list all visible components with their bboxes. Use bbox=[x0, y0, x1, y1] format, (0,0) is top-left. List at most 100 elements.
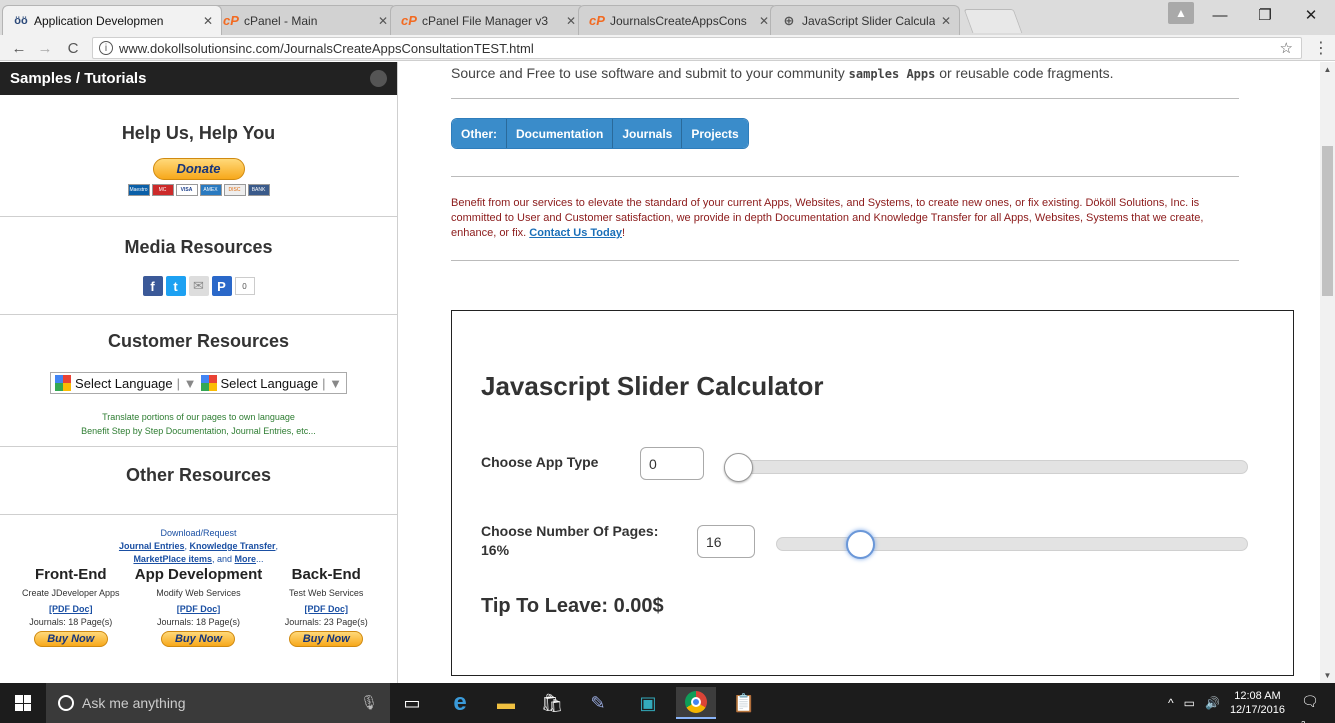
page-viewport: Samples / Tutorials Help Us, Help You Do… bbox=[0, 62, 1335, 683]
customer-title: Customer Resources bbox=[107, 331, 290, 351]
new-tab-button[interactable] bbox=[963, 9, 1023, 33]
action-center-icon[interactable]: 🗨2 bbox=[1301, 693, 1323, 723]
pages-slider-thumb[interactable] bbox=[845, 530, 875, 559]
network-icon[interactable]: ▭ bbox=[1184, 696, 1195, 710]
tab-cpanel-main[interactable]: cP cPanel - Main ✕ bbox=[212, 5, 397, 35]
restore-icon[interactable]: ❐ bbox=[1250, 4, 1280, 26]
nav-other-label: Other: bbox=[452, 119, 507, 148]
help-section: Help Us, Help You Donate Maestro MC VISA… bbox=[0, 95, 397, 217]
clock-date: 12/17/2016 bbox=[1229, 704, 1285, 716]
cortana-search[interactable]: Ask me anything 🎙 bbox=[46, 683, 390, 723]
maestro-card-icon: Maestro bbox=[127, 184, 150, 196]
close-icon[interactable]: ✕ bbox=[941, 14, 951, 28]
tab-strip: öö Application Developmen ✕ cP cPanel - … bbox=[0, 0, 1335, 35]
scroll-up-icon[interactable]: ▲ bbox=[1320, 62, 1335, 77]
benefit-end: ! bbox=[621, 227, 626, 239]
other-resources-header: Other Resources bbox=[0, 447, 397, 515]
info-icon[interactable]: i bbox=[99, 41, 113, 55]
task-view-icon[interactable]: ▭ bbox=[392, 687, 432, 719]
microphone-icon[interactable]: 🎙 bbox=[360, 694, 378, 711]
pages-input[interactable]: 16 bbox=[697, 525, 755, 558]
app-icon[interactable]: ▣ bbox=[628, 687, 668, 719]
start-button[interactable] bbox=[0, 683, 46, 723]
pinterest-icon[interactable]: P bbox=[211, 276, 232, 296]
bookmark-star-icon[interactable]: ☆ bbox=[1280, 39, 1293, 57]
app-type-input[interactable]: 0 bbox=[640, 447, 704, 480]
tab-title: JournalsCreateAppsCons bbox=[610, 13, 747, 28]
column-desc: Test Web Services bbox=[289, 588, 364, 598]
profile-icon[interactable]: ▲ bbox=[1168, 2, 1194, 24]
divider bbox=[451, 176, 1239, 177]
clipboard-icon[interactable]: 📋 bbox=[724, 687, 764, 719]
donate-button[interactable]: Donate bbox=[152, 158, 245, 180]
amex-card-icon: AMEX bbox=[199, 184, 222, 196]
volume-icon[interactable]: 🔊 bbox=[1205, 696, 1220, 710]
tab-application-development[interactable]: öö Application Developmen ✕ bbox=[2, 5, 222, 35]
buy-now-button[interactable]: Buy Now bbox=[289, 631, 364, 647]
app-type-slider-track[interactable] bbox=[726, 460, 1248, 474]
close-icon[interactable]: ✕ bbox=[378, 14, 388, 28]
back-icon[interactable]: ← bbox=[8, 37, 30, 59]
knowledge-transfer-link[interactable]: Knowledge Transfer bbox=[190, 541, 276, 551]
pdf-doc-link[interactable]: [PDF Doc] bbox=[14, 603, 128, 616]
column-desc: Modify Web Services bbox=[156, 588, 241, 598]
contact-us-link[interactable]: Contact Us Today bbox=[529, 227, 622, 239]
other-title: Other Resources bbox=[125, 465, 272, 485]
tab-cpanel-file-manager[interactable]: cP cPanel File Manager v3 ✕ bbox=[390, 5, 585, 35]
system-tray: ^ ▭ 🔊 12:08 AM 12/17/2016 bbox=[1168, 683, 1285, 723]
buy-now-button[interactable]: Buy Now bbox=[33, 631, 108, 647]
toggle-dot-icon[interactable] bbox=[370, 70, 387, 87]
product-columns: Front-End Create JDeveloper Apps [PDF Do… bbox=[0, 566, 397, 647]
address-bar[interactable]: i www.dokollsolutionsinc.com/JournalsCre… bbox=[92, 37, 1302, 59]
windows-logo-icon bbox=[15, 695, 31, 711]
product-column: Back-End Test Web Services [PDF Doc] Jou… bbox=[269, 566, 383, 647]
clock[interactable]: 12:08 AM 12/17/2016 bbox=[1230, 689, 1285, 717]
intro-suffix: or reusable code fragments. bbox=[935, 65, 1114, 81]
pdf-doc-link[interactable]: [PDF Doc] bbox=[128, 603, 270, 616]
facebook-icon[interactable]: f bbox=[142, 276, 163, 296]
page-scrollbar[interactable]: ▲ ▼ bbox=[1320, 62, 1335, 683]
divider bbox=[451, 260, 1239, 261]
reload-icon[interactable]: C bbox=[62, 37, 84, 59]
language-selector[interactable]: Select Language | ▼ Select Language | ▼ bbox=[50, 372, 347, 394]
scroll-down-icon[interactable]: ▼ bbox=[1320, 668, 1335, 683]
edge-icon[interactable]: e bbox=[440, 687, 480, 719]
more-link[interactable]: More bbox=[235, 554, 257, 564]
product-column: App Development Modify Web Services [PDF… bbox=[128, 566, 270, 647]
scrollbar-thumb[interactable] bbox=[1322, 146, 1333, 296]
store-icon[interactable]: 🛍 bbox=[532, 687, 572, 719]
minimize-icon[interactable]: — bbox=[1205, 4, 1235, 26]
google-translate-icon bbox=[55, 375, 72, 391]
forward-icon[interactable]: → bbox=[34, 37, 56, 59]
journal-entries-link[interactable]: Journal Entries bbox=[119, 541, 185, 551]
email-icon[interactable]: ✉ bbox=[188, 276, 209, 296]
column-desc: Create JDeveloper Apps bbox=[21, 588, 120, 598]
pdf-doc-link[interactable]: [PDF Doc] bbox=[269, 603, 383, 616]
app-type-slider-thumb[interactable] bbox=[724, 453, 753, 482]
nav-documentation[interactable]: Documentation bbox=[507, 119, 614, 148]
chrome-icon[interactable] bbox=[676, 687, 716, 719]
benefit-note: Benefit Step by Step Documentation, Jour… bbox=[81, 426, 316, 436]
nav-projects[interactable]: Projects bbox=[682, 119, 748, 148]
tab-javascript-slider[interactable]: ⊕ JavaScript Slider Calculat ✕ bbox=[770, 5, 960, 35]
nav-journals[interactable]: Journals bbox=[613, 119, 683, 148]
search-placeholder: Ask me anything bbox=[82, 695, 186, 711]
menu-icon[interactable]: ⋮ bbox=[1312, 37, 1330, 59]
close-icon[interactable]: ✕ bbox=[203, 14, 213, 28]
globe-icon: ⊕ bbox=[783, 12, 795, 28]
marketplace-link[interactable]: MarketPlace items bbox=[133, 554, 212, 564]
file-explorer-icon[interactable]: ▬ bbox=[486, 687, 526, 719]
close-window-icon[interactable]: ✕ bbox=[1296, 4, 1326, 26]
cpanel-icon: cP bbox=[223, 13, 239, 28]
divider bbox=[451, 98, 1239, 99]
tab-journals-create-apps[interactable]: cP JournalsCreateAppsCons ✕ bbox=[578, 5, 778, 35]
twitter-icon[interactable]: t bbox=[165, 276, 186, 296]
other-resources-section: Download/Request Journal Entries, Knowle… bbox=[0, 515, 397, 647]
close-icon[interactable]: ✕ bbox=[759, 14, 769, 28]
buy-now-button[interactable]: Buy Now bbox=[161, 631, 236, 647]
cpanel-icon: cP bbox=[589, 13, 605, 28]
show-hidden-icons-icon[interactable]: ^ bbox=[1168, 696, 1174, 710]
paint-icon[interactable]: ✎ bbox=[578, 687, 618, 719]
close-icon[interactable]: ✕ bbox=[566, 14, 576, 28]
dokoll-icon: öö bbox=[14, 14, 28, 27]
